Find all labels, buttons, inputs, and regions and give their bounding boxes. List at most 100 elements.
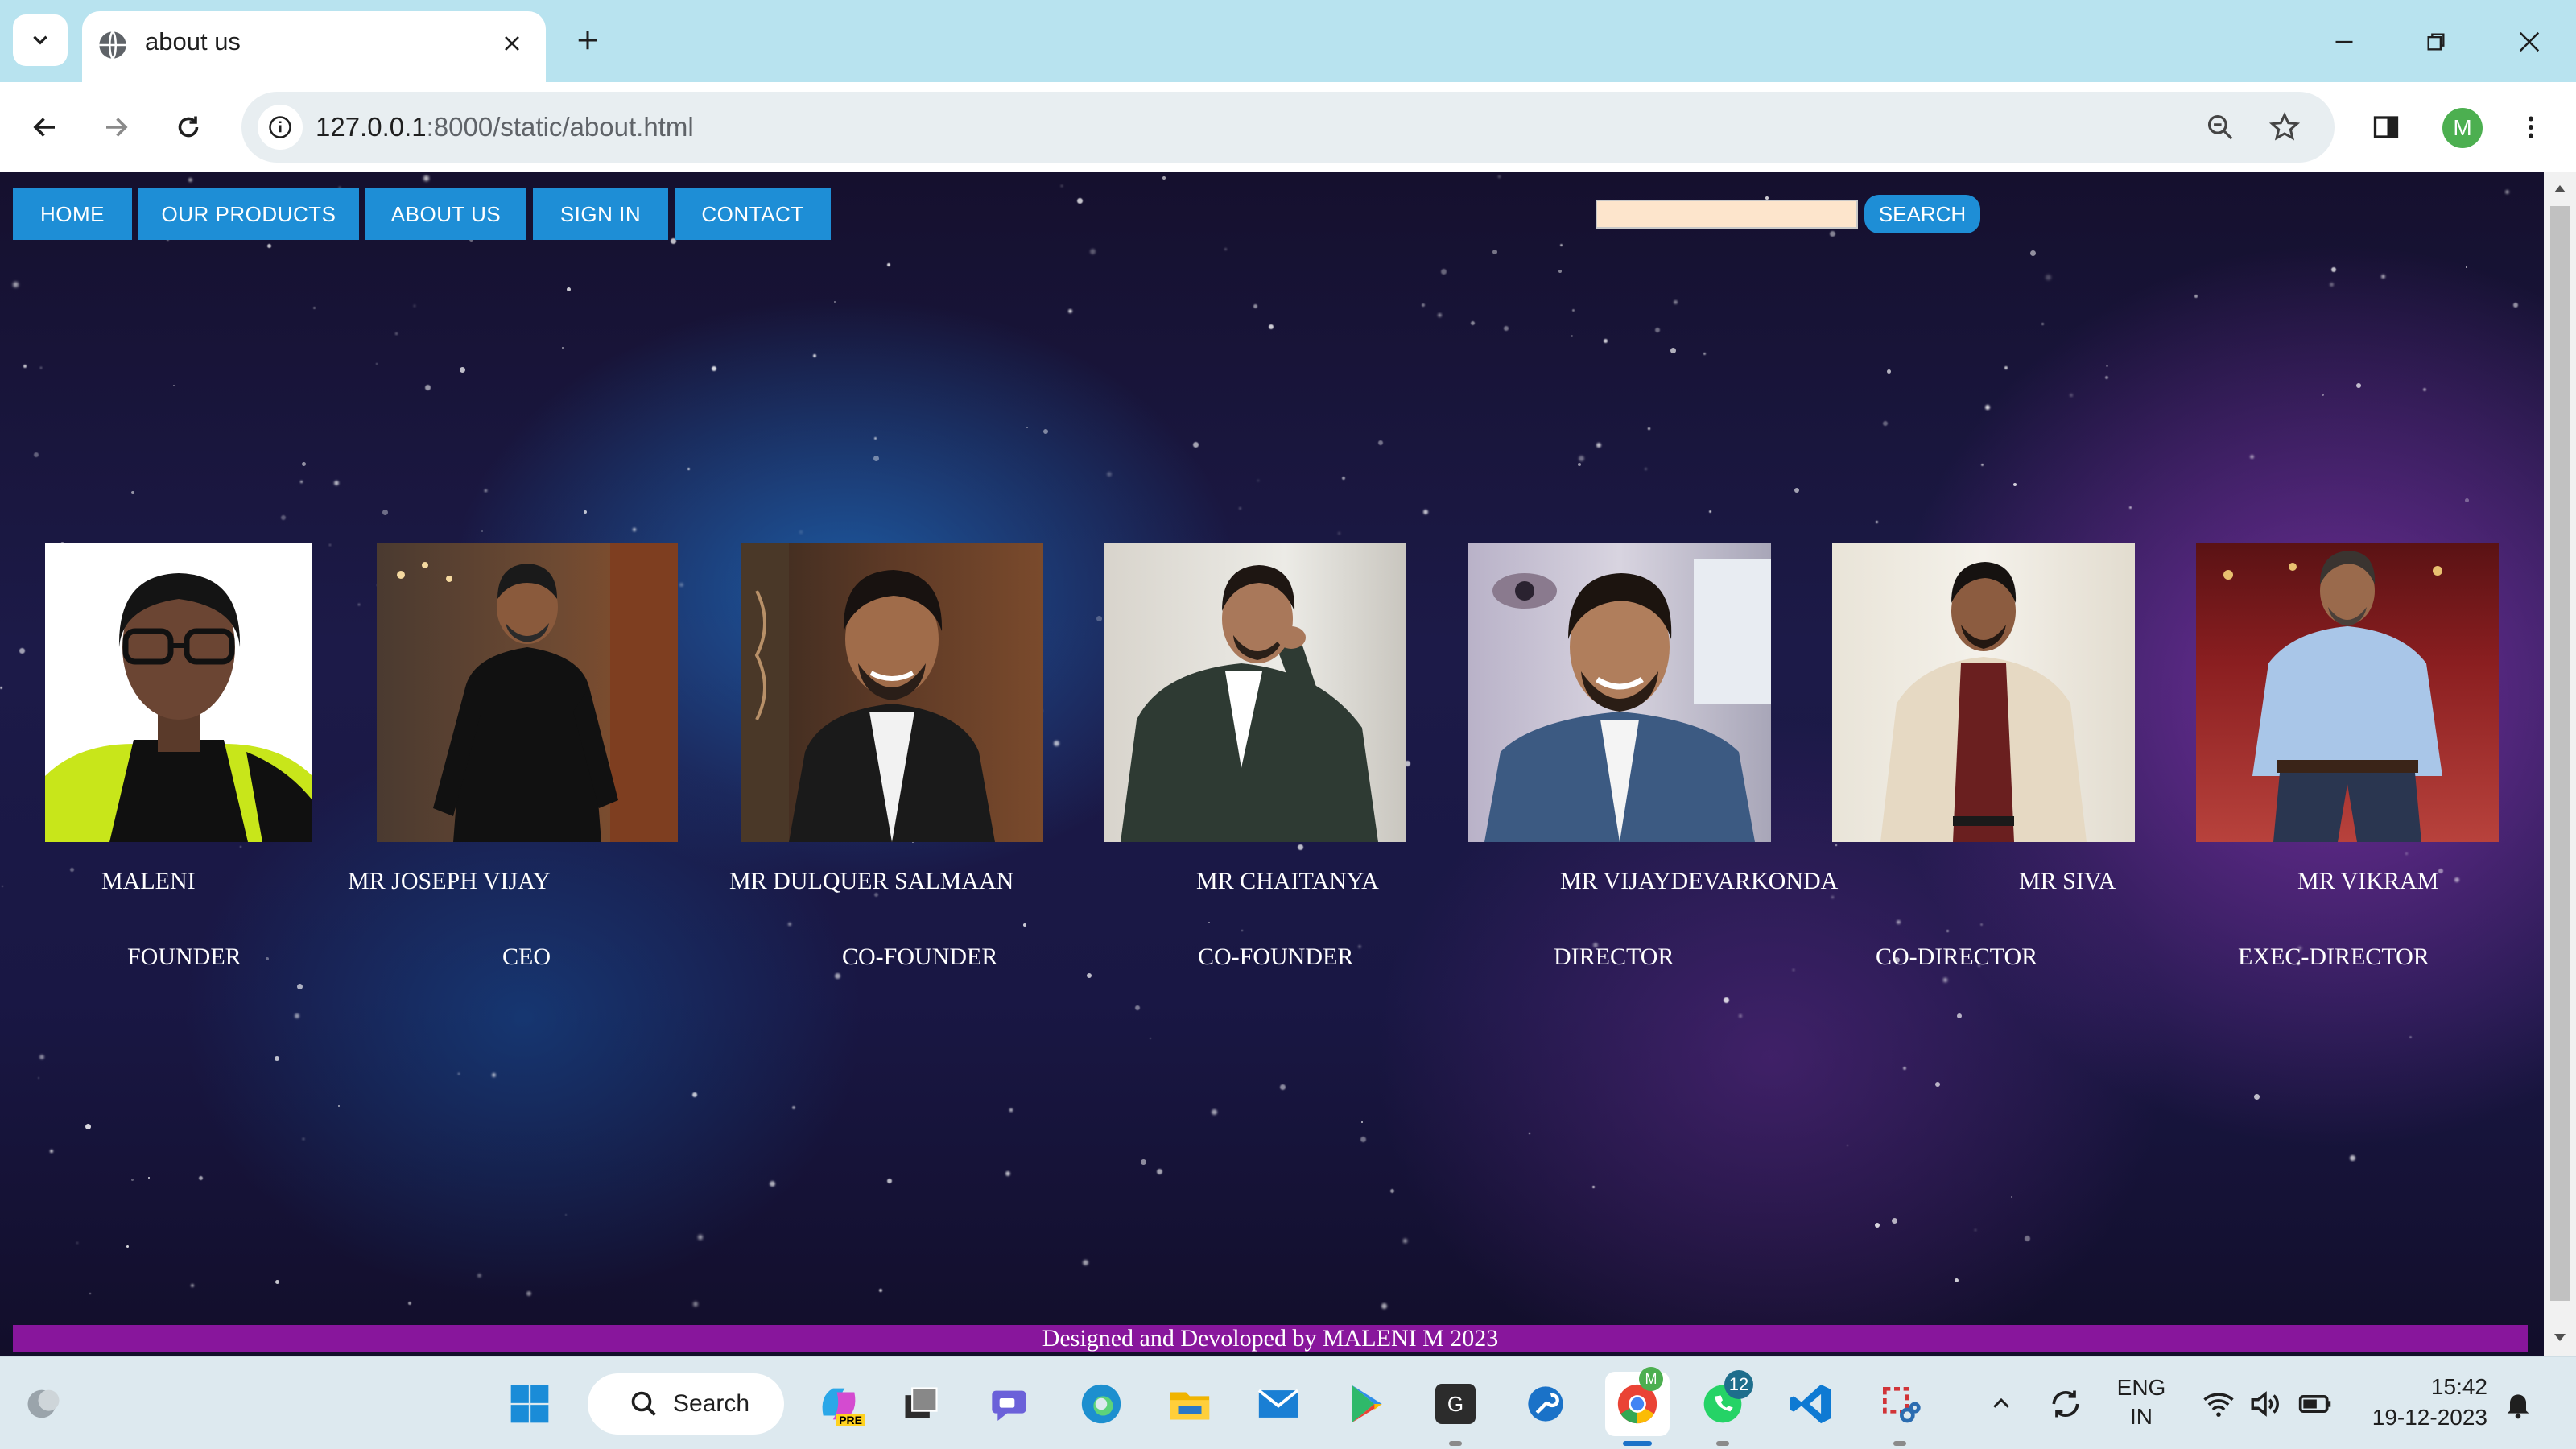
edge-app[interactable] [1075,1378,1127,1430]
close-icon [505,36,519,51]
star-dot [2106,365,2108,367]
sync-icon [2052,1390,2079,1418]
main-nav: HOME OUR PRODUCTS ABOUT US SIGN IN CONTA… [13,188,837,240]
widgets-button[interactable] [18,1378,69,1430]
star-dot [567,287,571,291]
snipping-tool-app[interactable] [1874,1378,1926,1430]
tab-list-button[interactable] [13,14,68,66]
star-dot [338,1105,340,1107]
restore-button[interactable] [2413,19,2458,64]
address-bar[interactable]: 127.0.0.1:8000/static/about.html [242,92,2334,163]
star-dot [2,886,3,887]
url-text[interactable]: 127.0.0.1:8000/static/about.html [316,112,694,142]
region-code: IN [2130,1404,2153,1429]
g-app[interactable]: G [1430,1378,1481,1430]
star-dot [2423,388,2426,391]
copilot-app[interactable]: PRE [813,1378,865,1430]
globe-icon [99,31,126,60]
star-dot [1422,303,1425,307]
wrench-icon [1528,1386,1563,1422]
scroll-up-button[interactable] [2552,180,2568,196]
scroll-thumb[interactable] [2550,206,2570,1301]
clock-date: 19-12-2023 [2372,1405,2487,1430]
search-input[interactable] [1596,200,1858,229]
star-dot [1077,198,1083,204]
star-dot [303,1138,304,1140]
star-dot [266,957,269,960]
wifi-status[interactable] [2193,1378,2244,1430]
star-dot [1703,353,1706,355]
search-button[interactable]: SEARCH [1864,195,1980,233]
mail-app[interactable] [1253,1378,1304,1430]
nav-about-us[interactable]: ABOUT US [365,188,526,240]
battery-status[interactable] [2289,1378,2341,1430]
forward-icon [106,118,128,137]
zoom-button[interactable] [2198,105,2243,150]
language-code: ENG [2116,1375,2166,1400]
start-button[interactable] [504,1378,555,1430]
star-dot [1875,1223,1880,1228]
back-button[interactable] [23,105,68,150]
star-dot [2105,376,2108,379]
whatsapp-app[interactable]: 12 [1697,1370,1753,1430]
star-dot [2041,323,2044,325]
star-dot [1592,1186,1595,1188]
star-dot [692,1092,697,1097]
star-dot [358,604,360,605]
clock[interactable]: 15:42 19-12-2023 [2359,1372,2487,1433]
star-dot [334,481,339,485]
browser-menu-button[interactable] [2508,105,2553,150]
nav-contact[interactable]: CONTACT [675,188,831,240]
team-name-maleni: MALENI [101,868,196,894]
play-store-app[interactable] [1341,1378,1393,1430]
star-dot [1955,1278,1959,1282]
minimize-icon [2335,40,2353,43]
side-panel-button[interactable] [2363,105,2409,150]
language-indicator[interactable]: ENG IN [2109,1373,2174,1431]
show-hidden-icons-button[interactable] [1975,1378,2027,1430]
taskbar-search[interactable]: Search [588,1373,784,1435]
nav-our-products[interactable]: OUR PRODUCTS [138,188,359,240]
site-info-button[interactable] [258,105,303,150]
team-name-joseph-vijay: MR JOSEPH VIJAY [348,868,551,894]
minimize-button[interactable] [2322,19,2367,64]
window-close-button[interactable] [2507,19,2552,64]
teams-app[interactable] [987,1378,1038,1430]
tab-close-button[interactable] [494,26,530,61]
new-tab-button[interactable] [568,21,607,60]
star-dot [1438,313,1442,317]
vscode-app[interactable] [1785,1378,1837,1430]
sync-tray-button[interactable] [2040,1378,2091,1430]
star-dot [1378,440,1383,445]
star-dot [382,510,388,515]
star-dot [1150,1038,1151,1039]
star-dot [2030,250,2036,256]
nav-home[interactable]: HOME [13,188,132,240]
g-app-label: G [1447,1391,1464,1416]
star-dot [1655,328,1660,332]
volume-status[interactable] [2240,1378,2291,1430]
team-photo-chaitanya [1104,543,1406,842]
page-footer: Designed and Devoloped by MALENI M 2023 [13,1325,2528,1352]
star-dot [2454,877,2459,882]
team-role-dulquer-salmaan: CO-FOUNDER [842,943,998,970]
nav-sign-in[interactable]: SIGN IN [533,188,668,240]
team-photo-maleni [45,543,312,842]
reload-button[interactable] [166,105,211,150]
forward-button[interactable] [93,105,138,150]
chrome-app[interactable]: M [1605,1367,1670,1436]
browser-tab[interactable]: about us [82,11,546,82]
scroll-down-button[interactable] [2552,1330,2568,1346]
page-scrollbar[interactable] [2544,172,2576,1356]
chevron-down-icon [33,35,47,45]
file-explorer-app[interactable] [1164,1378,1216,1430]
task-view-app[interactable] [895,1378,947,1430]
star-dot [275,1056,279,1061]
star-dot [2465,498,2469,502]
star-dot [408,1302,411,1305]
star-dot [1381,1303,1387,1309]
bookmark-button[interactable] [2262,105,2307,150]
notifications-button[interactable] [2492,1378,2544,1430]
profile-avatar[interactable]: M [2442,108,2483,148]
wrench-app[interactable] [1520,1378,1571,1430]
